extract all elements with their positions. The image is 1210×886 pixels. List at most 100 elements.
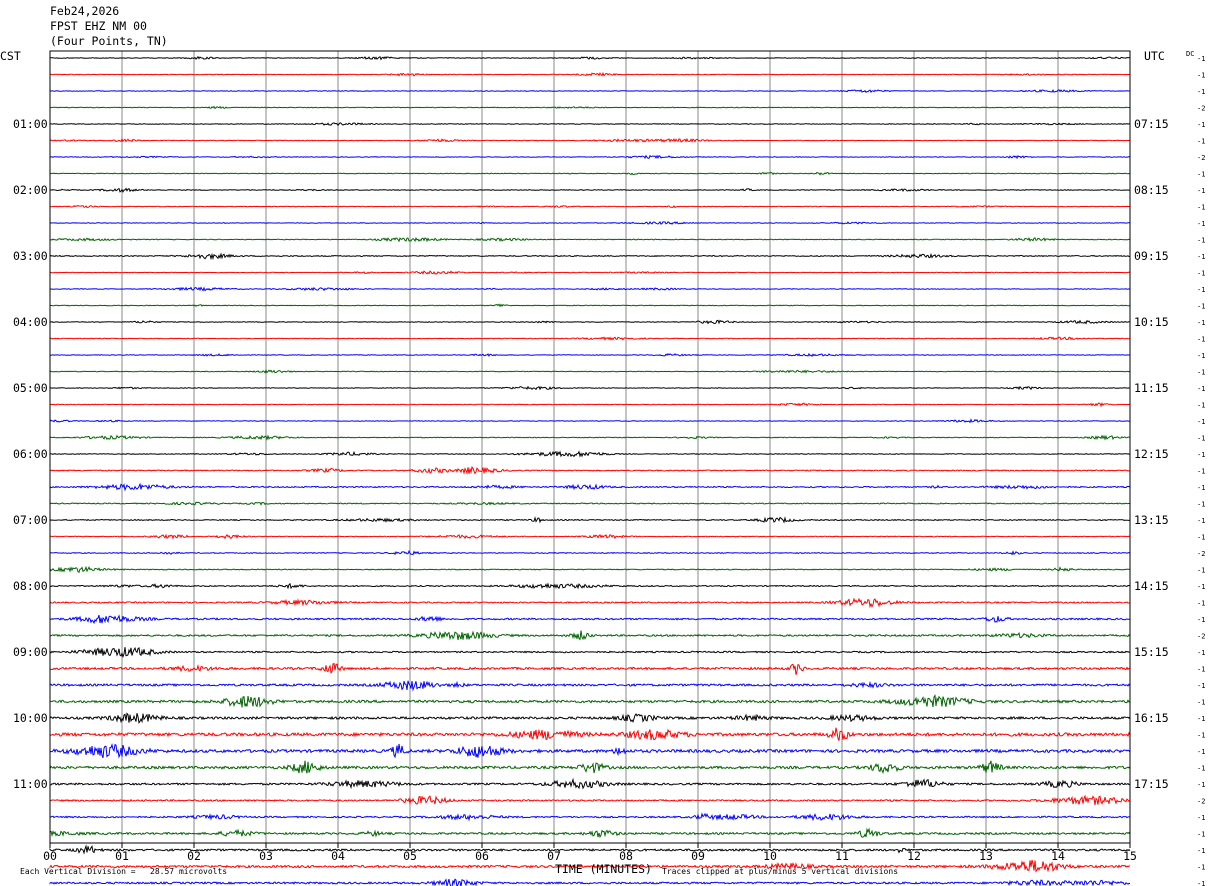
dc-offset-label: -1 [1197,616,1205,624]
dc-offset-label: -1 [1197,121,1205,129]
left-hour-label: 03:00 [13,249,48,263]
dc-offset-label: -1 [1197,435,1205,443]
dc-header-label: DC [1186,50,1194,58]
seismic-trace-line [49,743,1131,759]
seismic-trace-line [49,646,1130,658]
seismic-trace-line [49,680,1131,692]
seismic-trace-line [49,55,1130,61]
dc-offset-label: -1 [1197,72,1205,80]
seismic-trace-line [49,434,1131,441]
right-hour-label: 16:15 [1134,711,1169,725]
seismic-trace-line [49,402,1131,408]
dc-offset-label: -1 [1197,270,1205,278]
dc-offset-label: -1 [1197,55,1205,63]
dc-offset-label: -1 [1197,666,1205,674]
seismic-trace-line [49,89,1130,94]
dc-offset-label: -1 [1197,880,1205,886]
dc-offset-label: -1 [1197,583,1205,591]
plot-frame [49,50,1131,848]
dc-offset-label: -1 [1197,847,1205,855]
left-hour-label: 08:00 [13,579,48,593]
seismic-trace-line [49,137,1131,143]
dc-offset-label: -1 [1197,765,1205,773]
right-hour-label: 08:15 [1134,183,1169,197]
x-tick-label: 07 [547,849,561,863]
seismic-trace-line [49,533,1131,540]
dc-offset-label: -1 [1197,484,1205,492]
seismic-trace-line [49,252,1131,261]
seismic-trace-line [49,465,1131,475]
dc-offset-label: -1 [1197,864,1205,872]
helicorder-plot: -1 -1 -1 -2 -1 -1 -2 -1 -1 -1 -1 -1 -1 -1 -1 -1 -1 -1 -1 -1… [0,49,1205,886]
dc-offset-label: -2 [1197,105,1205,113]
left-hour-label: 10:00 [13,711,48,725]
seismic-trace-line [49,369,1131,374]
dc-offset-label: -1 [1197,336,1205,344]
seismic-trace-line [49,727,1131,741]
dc-offset-label: -1 [1197,468,1205,476]
right-hour-label: 10:15 [1134,315,1169,329]
seismic-trace-line [49,662,1131,675]
dc-offset-label: -1 [1197,138,1205,146]
seismic-trace-line [49,878,1131,886]
left-timezone-label: CST [0,49,21,63]
seismic-trace-line [49,777,1131,790]
dc-offset-label: -1 [1197,418,1205,426]
dc-offset-label: -1 [1197,649,1205,657]
dc-offset-label: -1 [1197,402,1205,410]
left-hour-label: 07:00 [13,513,48,527]
dc-offset-label: -1 [1197,171,1205,179]
seismic-trace-line [49,336,1131,341]
seismic-trace-line [49,418,1131,424]
dc-offset-label: -1 [1197,319,1205,327]
left-hour-label: 09:00 [13,645,48,659]
seismic-trace-line [49,794,1131,806]
dc-offset-label: -1 [1197,204,1205,212]
dc-offset-label: -1 [1197,699,1205,707]
seismic-trace-line [49,187,1130,193]
dc-offset-label: -1 [1197,385,1205,393]
right-hour-label: 07:15 [1134,117,1169,131]
seismic-trace-line [49,582,1131,590]
dc-offset-label: -2 [1197,633,1205,641]
right-hour-label: 13:15 [1134,513,1169,527]
right-hour-label: 17:15 [1134,777,1169,791]
dc-offset-label: -1 [1197,187,1205,195]
right-hour-label: 14:15 [1134,579,1169,593]
dc-offset-label: -2 [1197,798,1205,806]
left-hour-label: 11:00 [13,777,48,791]
right-hour-label: 11:15 [1134,381,1169,395]
dc-offset-label: -1 [1197,534,1205,542]
x-tick-label: 01 [115,849,129,863]
plot-grid [121,51,1059,843]
seismic-trace-line [49,270,1131,275]
x-tick-label: 09 [691,849,705,863]
right-hour-label: 09:15 [1134,249,1169,263]
left-hour-label: 02:00 [13,183,48,197]
x-axis-title: TIME (MINUTES) [555,862,652,876]
seismic-trace-line [49,712,1131,724]
seismic-trace-line [49,565,1131,574]
seismic-trace-line [49,319,1131,325]
seismic-trace-line [49,385,1131,391]
x-tick-label: 10 [763,849,777,863]
seismic-trace-line [49,352,1131,358]
x-tick-label: 06 [475,849,489,863]
dc-offset-label: -1 [1197,253,1205,261]
x-tick-label: 05 [403,849,417,863]
left-hour-label: 01:00 [13,117,48,131]
seismic-trace-line [49,812,1131,822]
seismic-traces [49,55,1131,886]
seismic-trace-line [49,630,1131,641]
dc-offset-label: -1 [1197,501,1205,509]
seismic-trace-line [49,71,1131,77]
dc-offset-label: -1 [1197,237,1205,245]
clip-note: Traces clipped at plus/minus 5 vertical … [662,867,899,876]
seismic-trace-line [49,844,1131,855]
seismic-trace-line [49,482,1131,492]
seismic-trace-line [49,236,1131,243]
dc-offset-label: -1 [1197,781,1205,789]
seismic-trace-line [49,827,1131,839]
seismic-trace-line [50,171,1131,176]
dc-offset-label: -1 [1197,352,1205,360]
